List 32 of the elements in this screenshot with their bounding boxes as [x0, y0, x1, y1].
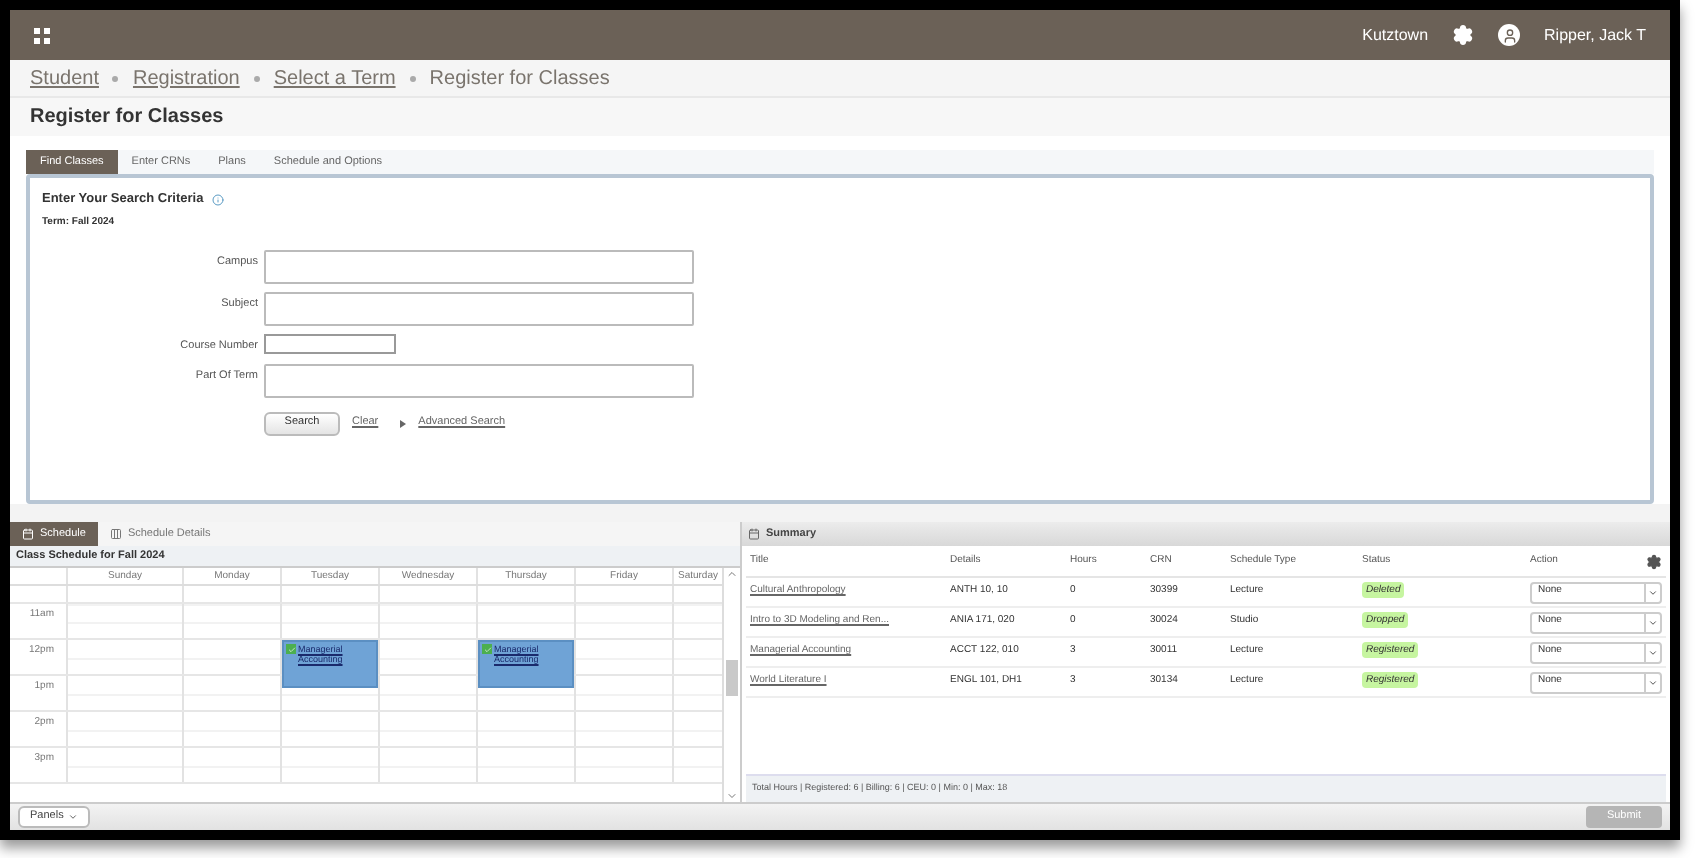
user-name[interactable]: Ripper, Jack T — [1544, 23, 1646, 47]
summary-icon — [748, 528, 760, 540]
info-icon[interactable] — [211, 193, 224, 206]
chevron-down-icon — [1648, 617, 1658, 627]
input-field[interactable] — [264, 363, 694, 397]
chevron-down-icon — [67, 812, 78, 822]
splitter-bar[interactable] — [10, 504, 1670, 522]
settings-icon[interactable] — [1646, 553, 1662, 569]
calendar-icon — [22, 528, 34, 540]
breadcrumb-link[interactable]: Registration — [132, 63, 240, 93]
chevron-up-icon[interactable] — [726, 568, 738, 580]
scrollbar[interactable] — [722, 568, 740, 802]
chevron-down-icon — [1648, 647, 1658, 657]
separator-dot-icon — [112, 75, 119, 81]
user-icon[interactable] — [1498, 24, 1521, 46]
triangle-icon — [400, 419, 407, 427]
input-field[interactable] — [264, 292, 694, 327]
breadcrumb-link[interactable]: Student — [30, 63, 99, 93]
separator-dot-icon — [253, 75, 260, 81]
chevron-down-icon — [1648, 587, 1658, 597]
columns-icon — [109, 528, 122, 540]
chevron-down-icon — [1648, 677, 1658, 687]
breadcrumb-link[interactable]: Select a Term — [273, 63, 396, 93]
separator-dot-icon — [409, 75, 416, 81]
chevron-down-icon[interactable] — [726, 790, 738, 802]
grid-menu-icon[interactable] — [34, 27, 50, 43]
breadcrumb-current: Register for Classes — [429, 65, 610, 93]
page-title: Register for Classes — [30, 104, 224, 132]
input-field[interactable] — [264, 334, 396, 355]
input-field[interactable] — [264, 250, 694, 285]
institution-name[interactable]: Kutztown — [1362, 23, 1429, 47]
scrollbar-thumb[interactable] — [726, 660, 738, 696]
